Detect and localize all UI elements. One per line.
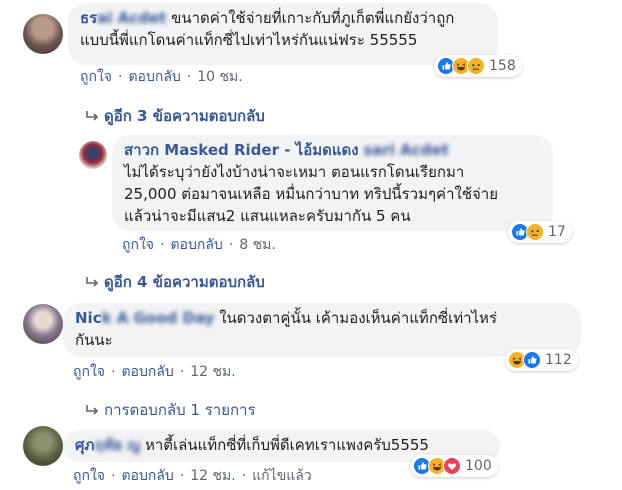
comment-author-blurred[interactable]: k A Good Day [102, 309, 215, 327]
view-more-replies-label: ดูอีก 3 ข้อความตอบกลับ [104, 107, 265, 125]
reply-button[interactable]: ตอบกลับ [121, 468, 173, 484]
comment-text-line: 25,000 ต่อมาจนเหลือ หมื่นกว่าบาท ทริปนี้… [124, 185, 499, 203]
view-more-replies-label: ดูอีก 4 ข้อความตอบกลับ [104, 273, 265, 291]
edited-label[interactable]: แก้ไขแล้ว [252, 468, 312, 484]
reaction-summary[interactable]: 17 [508, 221, 572, 243]
comment-author[interactable]: ศุภ [75, 436, 94, 454]
like-icon [523, 351, 541, 369]
reply-arrow-icon [86, 277, 99, 287]
reply-button[interactable]: ตอบกลับ [128, 69, 180, 85]
avatar[interactable] [23, 304, 63, 344]
comment-timestamp[interactable]: 12 ชม. [190, 468, 235, 484]
comment-text-line: ในดวงตาคู่นั้น เค้ามองเห็นค่าแท็กซี่เท่า… [219, 309, 498, 327]
comment-author[interactable]: Nic [75, 309, 102, 327]
comment-actions: ถูกใจ · ตอบกลับ · 10 ชม. [80, 69, 243, 85]
comment-text-line: หาตี้เล่นแท็กซี่ที่เก็บพี่ดีเคทเราแพงครั… [144, 436, 429, 454]
comment-text-line: ไม่ได้ระบุว่ายังไงบ้างน่าจะเหมา ตอนแรกโด… [124, 163, 465, 181]
comment-bubble: ธรai Acdet ขนาดค่าใช้จ่ายที่เกาะกับที่ภู… [68, 3, 498, 65]
like-button[interactable]: ถูกใจ [122, 237, 154, 253]
view-more-replies-link[interactable]: ดูอีก 3 ข้อความตอบกลับ [84, 104, 265, 128]
reaction-count: 112 [545, 352, 572, 368]
comment-text-line: กันนะ [75, 331, 113, 349]
avatar[interactable] [23, 14, 63, 54]
comment-text-line: แล้วน่าจะมีแสน2 แสนแหละครับมากัน 5 คน [124, 207, 411, 225]
avatar[interactable] [79, 141, 107, 169]
reply-button[interactable]: ตอบกลับ [121, 364, 173, 380]
comment-actions: ถูกใจ · ตอบกลับ · 8 ชม. [122, 237, 276, 253]
comment-actions: ถูกใจ · ตอบกลับ · 12 ชม. · แก้ไขแล้ว [73, 468, 312, 484]
view-more-replies-link[interactable]: ดูอีก 4 ข้อความตอบกลับ [84, 270, 265, 294]
sad-icon [526, 223, 544, 241]
avatar[interactable] [23, 426, 63, 466]
reply-arrow-icon [86, 111, 99, 121]
comment-timestamp[interactable]: 12 ชม. [190, 364, 235, 380]
reaction-count: 100 [465, 458, 492, 474]
like-button[interactable]: ถูกใจ [80, 69, 112, 85]
comment-author-blurred[interactable]: ai Acdet [97, 9, 166, 27]
comment-author[interactable]: ธร [80, 9, 97, 27]
reply-arrow-icon [86, 405, 99, 415]
reaction-count: 158 [489, 58, 516, 74]
view-replies-link[interactable]: การตอบกลับ 1 รายการ [84, 398, 256, 422]
reaction-summary[interactable]: 112 [505, 349, 578, 371]
reaction-summary[interactable]: 158 [434, 55, 522, 77]
sad-icon [467, 57, 485, 75]
love-icon [443, 457, 461, 475]
reaction-count: 17 [548, 224, 566, 240]
comment-author[interactable]: สาวก Masked Rider - ไอ้มดแดง [124, 141, 359, 159]
view-replies-label: การตอบกลับ 1 รายการ [104, 401, 256, 419]
like-button[interactable]: ถูกใจ [73, 364, 105, 380]
comment-text-line: แบบนี้พี่แกโดนค่าแท็กซี่ไปเท่าไหร่กันแน่… [80, 31, 418, 49]
comment-actions: ถูกใจ · ตอบกลับ · 12 ชม. [73, 364, 236, 380]
comment-text-line: ขนาดค่าใช้จ่ายที่เกาะกับที่ภูเก็ตพี่แกยั… [171, 9, 455, 27]
comment-bubble: Nick A Good Day ในดวงตาคู่นั้น เค้ามองเห… [63, 303, 581, 357]
comment-timestamp[interactable]: 8 ชม. [239, 237, 276, 253]
reaction-summary[interactable]: 100 [410, 455, 498, 477]
like-button[interactable]: ถูกใจ [73, 468, 105, 484]
comment-timestamp[interactable]: 10 ชม. [197, 69, 242, 85]
comment-author-blurred[interactable]: sari Acdet [363, 141, 448, 159]
comment-author-blurred[interactable]: ฤทัย ญ [94, 436, 140, 454]
comment-bubble: สาวก Masked Rider - ไอ้มดแดง sari Acdet … [112, 135, 553, 231]
reply-button[interactable]: ตอบกลับ [170, 237, 222, 253]
